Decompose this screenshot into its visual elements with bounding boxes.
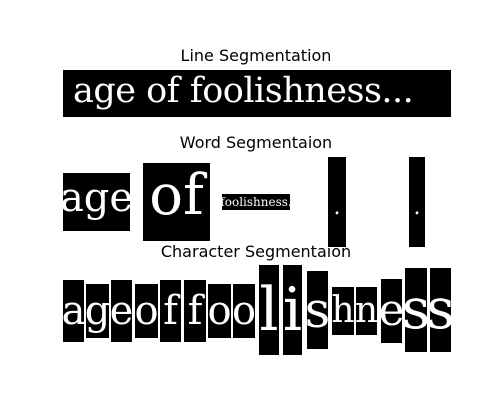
word-segment-text: foolishness. [222, 195, 290, 209]
word-segment: foolishness. [222, 194, 290, 210]
character-segment-text: o [233, 288, 255, 334]
character-segment: g [86, 284, 109, 338]
word-segment-text: . [333, 195, 341, 220]
character-segment-text: s [307, 281, 328, 339]
word-segment: . [328, 157, 346, 247]
character-segment-text: g [86, 288, 109, 334]
character-segment-text: e [381, 285, 402, 336]
character-segment-text: l [259, 275, 279, 345]
word-segment: . [409, 157, 425, 247]
line-segmentation-title: Line Segmentation [180, 46, 332, 65]
character-segment-text: n [356, 290, 377, 331]
character-segment: s [405, 268, 427, 352]
character-segment: a [63, 280, 84, 342]
character-segment: f [184, 280, 206, 342]
character-segment-text: i [283, 275, 302, 345]
character-segment: e [111, 280, 132, 342]
character-segment: s [307, 271, 328, 349]
character-segment-text: f [163, 288, 178, 334]
segmentation-figure: Line Segmentation age of foolishness... … [0, 0, 500, 400]
character-segment-text: f [187, 288, 203, 334]
character-segment: i [283, 265, 302, 355]
character-segment: o [233, 284, 255, 338]
character-segment-text: s [405, 277, 427, 342]
character-segment: o [135, 284, 158, 338]
character-segment-text: e [111, 288, 132, 334]
character-segment-text: h [332, 290, 354, 331]
character-segment-text: a [63, 288, 84, 334]
character-segment: o [208, 284, 231, 338]
word-segment: of [143, 163, 210, 241]
word-segment-text: age [63, 175, 130, 221]
line-segment: age of foolishness... [63, 70, 451, 117]
word-segment-text: . [413, 195, 421, 220]
character-segment: l [259, 265, 279, 355]
character-segment: e [381, 279, 402, 343]
character-segment: h [332, 287, 354, 335]
character-segment: s [430, 268, 451, 352]
character-segment: f [160, 280, 181, 342]
character-segmentation-title: Character Segmentaion [160, 242, 352, 261]
word-segment: age [63, 173, 130, 231]
line-segment-text: age of foolishness... [73, 71, 414, 111]
character-segment-text: o [208, 288, 231, 334]
word-segment-text: of [149, 163, 204, 228]
character-segment-text: s [430, 277, 451, 342]
character-segment-text: o [135, 288, 158, 334]
word-segmentation-title: Word Segmentaion [179, 133, 333, 152]
character-segment: n [356, 287, 377, 335]
